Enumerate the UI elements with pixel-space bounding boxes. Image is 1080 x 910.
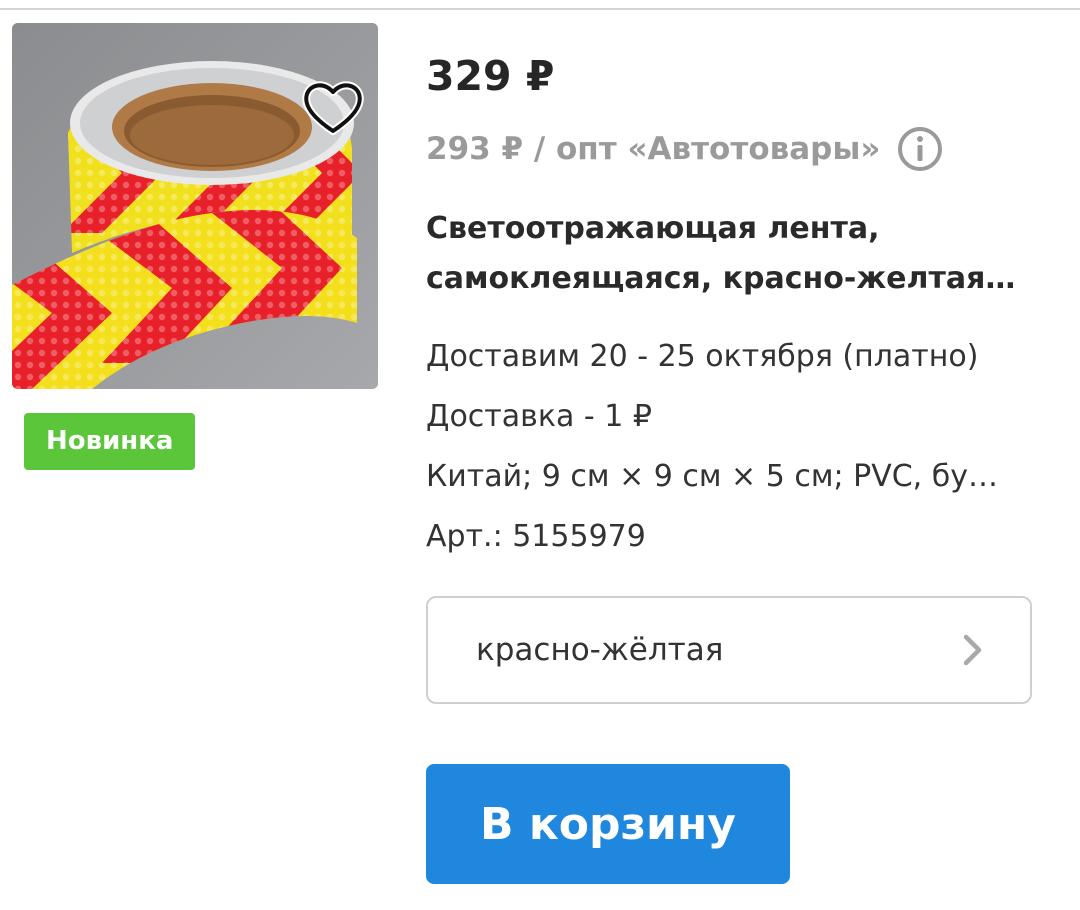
delivery-cost: Доставка - 1 ₽: [426, 399, 652, 434]
wholesale-price-row: 293 ₽ / опт «Автотовары»: [426, 126, 944, 172]
product-price: 329 ₽: [426, 52, 555, 100]
reflective-tape-illustration: [12, 23, 378, 389]
info-icon[interactable]: [896, 125, 944, 173]
product-title-line-2: самоклеящаяся, красно-желтая…: [426, 261, 1016, 296]
product-title-line-1: Светоотражающая лента,: [426, 211, 880, 246]
new-badge: Новинка: [24, 413, 196, 470]
delivery-date: Доставим 20 - 25 октября (платно): [426, 339, 979, 374]
heart-icon[interactable]: [301, 79, 365, 137]
product-image[interactable]: [12, 23, 378, 389]
product-details: Доставим 20 - 25 октября (платно) Достав…: [426, 331, 1036, 571]
variant-label: красно-жёлтая: [476, 632, 724, 668]
wholesale-price: 293 ₽ / опт «Автотовары»: [426, 131, 881, 167]
variant-selector[interactable]: красно-жёлтая: [426, 596, 1032, 704]
article-number: Арт.: 5155979: [426, 519, 646, 554]
add-to-cart-button[interactable]: В корзину: [426, 764, 790, 884]
top-divider: [0, 0, 1080, 10]
product-specs: Китай; 9 см × 9 см × 5 см; PVC, бу…: [426, 459, 998, 494]
chevron-right-icon: [963, 634, 982, 666]
product-title[interactable]: Светоотражающая лента, самоклеящаяся, кр…: [426, 204, 1046, 304]
